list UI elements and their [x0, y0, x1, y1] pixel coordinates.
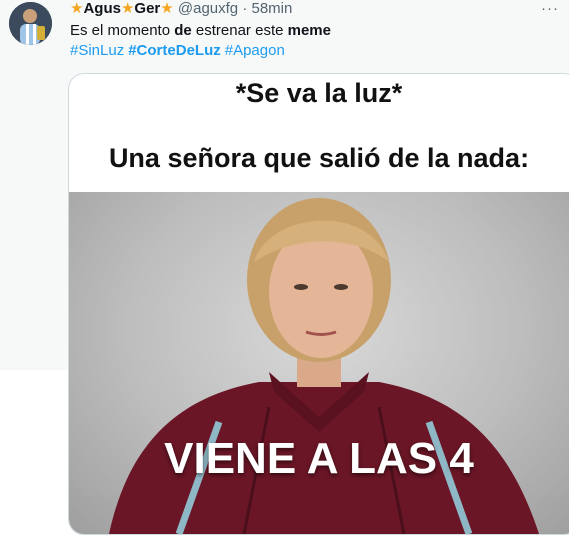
- more-options-icon[interactable]: ···: [541, 0, 559, 17]
- user-handle[interactable]: @aguxfg: [178, 0, 238, 17]
- tweet-text: Es el momento de estrenar este meme: [70, 21, 331, 41]
- star-icon: ★: [120, 0, 135, 17]
- hashtag-line: #SinLuz #CorteDeLuz #Apagon: [70, 41, 289, 61]
- star-icon: ★: [160, 0, 174, 17]
- star-icon: ★: [70, 0, 84, 17]
- display-name-part1[interactable]: Agus: [83, 0, 121, 17]
- tweet-text-part: Es el momento: [70, 22, 175, 39]
- meme-photo: VIENE A LAS 4: [69, 192, 569, 534]
- tweet-media[interactable]: *Se va la luz* Una señora que salió de l…: [68, 73, 569, 535]
- meme-top-text: *Se va la luz*: [235, 78, 403, 108]
- meme-subtitle-text: Una señora que salió de la nada:: [108, 143, 530, 173]
- meme-caption: VIENE A LAS 4: [164, 434, 474, 483]
- hashtag-apagon[interactable]: #Apagon: [225, 42, 285, 59]
- tweet-text-bold: de: [174, 22, 192, 39]
- avatar-image: [9, 2, 52, 45]
- avatar[interactable]: [9, 2, 52, 45]
- display-name-part2[interactable]: Ger: [134, 0, 160, 17]
- separator-dot: ·: [242, 0, 248, 17]
- tweet-text-bold: meme: [287, 22, 331, 39]
- tweet-header: ★Agus★Ger★ @aguxfg · 58min: [70, 0, 292, 18]
- tweet-text-part: estrenar este: [191, 22, 288, 39]
- timestamp[interactable]: 58min: [252, 0, 293, 17]
- hashtag-cortedeluz[interactable]: #CorteDeLuz: [128, 42, 221, 59]
- hashtag-sinluz[interactable]: #SinLuz: [70, 42, 124, 59]
